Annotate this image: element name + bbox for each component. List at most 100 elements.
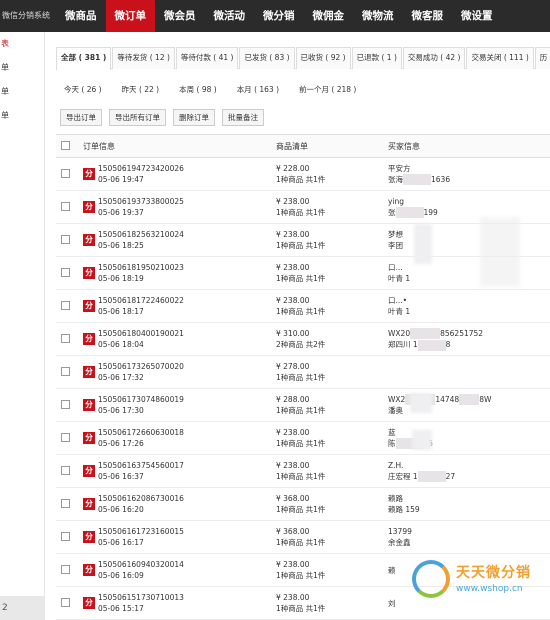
order-text: 150506162086730016 05-06 16:20 <box>98 493 184 515</box>
nav-item-3[interactable]: 微活动 <box>205 0 255 32</box>
buyer-phone-tail: 27 <box>445 471 456 481</box>
status-tab-5[interactable]: 已退款 ( 1 ) <box>351 47 402 69</box>
sidebar-item-0[interactable]: 表 <box>0 32 44 56</box>
item-quantity: 1种商品 共1件 <box>276 274 326 283</box>
status-tab-2[interactable]: 等待付款 ( 41 ) <box>175 47 239 69</box>
status-tab-8[interactable]: 历 <box>534 47 550 69</box>
time-tab-3[interactable]: 本月 ( 163 ) <box>229 81 287 99</box>
order-id[interactable]: 150506172660630018 <box>98 427 184 438</box>
order-id[interactable]: 150506173265070020 <box>98 361 184 372</box>
order-id[interactable]: 150506181950210023 <box>98 262 184 273</box>
nav-item-1[interactable]: 微订单 <box>105 0 155 32</box>
row-checkbox[interactable] <box>61 201 70 211</box>
order-id[interactable]: 150506162086730016 <box>98 493 184 504</box>
order-id[interactable]: 150506181722460022 <box>98 295 184 306</box>
distribution-badge: 分 <box>83 531 95 543</box>
order-id[interactable]: 150506173074860019 <box>98 394 184 405</box>
order-time: 05-06 16:09 <box>98 571 144 580</box>
table-row[interactable]: 分 150506181722460022 05-06 18:17 ¥ 238.00 1种… <box>56 289 550 323</box>
row-checkbox[interactable] <box>61 465 70 475</box>
status-tab-4[interactable]: 已收货 ( 92 ) <box>295 47 351 69</box>
row-checkbox[interactable] <box>61 267 70 277</box>
item-quantity: 1种商品 共1件 <box>276 373 326 382</box>
row-checkbox[interactable] <box>61 432 70 442</box>
nav-item-4[interactable]: 微分销 <box>254 0 304 32</box>
order-id[interactable]: 150506161723160015 <box>98 526 184 537</box>
sidebar-item-1[interactable]: 单 <box>0 56 44 80</box>
order-info-cell: 分 150506181950210023 05-06 18:19 <box>83 256 276 290</box>
privacy-blur <box>410 328 441 339</box>
row-checkbox[interactable] <box>61 168 70 178</box>
export-orders-button[interactable]: 导出订单 <box>60 109 102 126</box>
status-tab-7[interactable]: 交易关闭 ( 111 ) <box>466 47 534 69</box>
table-row[interactable]: 分 150506163754560017 05-06 16:37 ¥ 238.00 1种… <box>56 454 550 488</box>
row-checkbox[interactable] <box>61 564 70 574</box>
order-id[interactable]: 150506163754560017 <box>98 460 184 471</box>
items-cell: ¥ 238.00 1种商品 共1件 <box>276 454 388 488</box>
order-status-tabs: 全部 ( 381 ) 等待发货 ( 12 ) 等待付款 ( 41 ) 已发货 ( 83… <box>56 47 550 70</box>
time-tab-1[interactable]: 昨天 ( 22 ) <box>114 81 168 99</box>
status-tab-6[interactable]: 交易成功 ( 42 ) <box>402 47 466 69</box>
table-row[interactable]: 分 150506162086730016 05-06 16:20 ¥ 368.00 1种… <box>56 487 550 521</box>
distribution-badge: 分 <box>83 399 95 411</box>
buyer-cell: 赖路 赖路 159 <box>388 487 550 521</box>
nav-item-6[interactable]: 微物流 <box>353 0 403 32</box>
select-all-checkbox[interactable] <box>61 140 70 150</box>
order-id[interactable]: 150506193733800025 <box>98 196 184 207</box>
row-checkbox[interactable] <box>61 498 70 508</box>
export-all-orders-button[interactable]: 导出所有订单 <box>109 109 166 126</box>
main-nav: 微商品 微订单 微会员 微活动 微分销 微佣金 微物流 微客服 微设置 <box>56 0 502 32</box>
table-row[interactable]: 分 150506173265070020 05-06 17:32 ¥ 278.00 1种… <box>56 355 550 389</box>
status-tab-0[interactable]: 全部 ( 381 ) <box>56 47 112 70</box>
row-select-cell <box>56 289 83 323</box>
privacy-blur <box>459 394 480 406</box>
item-price: ¥ 238.00 <box>276 230 310 239</box>
buyer-cell: Z.H. 庄宏程 1 27 <box>388 454 550 488</box>
nav-item-8[interactable]: 微设置 <box>452 0 502 32</box>
batch-note-button[interactable]: 批量备注 <box>222 109 264 126</box>
sidebar-item-2[interactable]: 单 <box>0 80 44 104</box>
order-id[interactable]: 150506182563210024 <box>98 229 184 240</box>
table-row[interactable]: 分 150506193733800025 05-06 19:37 ¥ 238.00 1种… <box>56 190 550 224</box>
order-id[interactable]: 150506180400190021 <box>98 328 184 339</box>
row-select-cell <box>56 223 83 257</box>
buyer-contact: 叶青 1 <box>388 307 411 316</box>
order-id[interactable]: 150506151730710013 <box>98 592 184 603</box>
nav-item-5[interactable]: 微佣金 <box>304 0 354 32</box>
order-id[interactable]: 150506194723420026 <box>98 163 184 174</box>
sidebar-item-3[interactable]: 单 <box>0 104 44 128</box>
time-tab-2[interactable]: 本周 ( 98 ) <box>171 81 225 99</box>
table-row[interactable]: 分 150506194723420026 05-06 19:47 ¥ 228.00 1种… <box>56 157 550 191</box>
time-tab-4[interactable]: 前一个月 ( 218 ) <box>291 81 364 99</box>
buyer-contact: 郑四川 1 <box>388 340 418 349</box>
table-row[interactable]: 分 150506181950210023 05-06 18:19 ¥ 238.00 1种… <box>56 256 550 290</box>
delete-orders-button[interactable]: 删除订单 <box>173 109 215 126</box>
nav-item-7[interactable]: 微客服 <box>403 0 453 32</box>
table-row[interactable]: 分 150506173074860019 05-06 17:30 ¥ 288.00 1种… <box>56 388 550 422</box>
row-checkbox[interactable] <box>61 333 70 343</box>
table-row[interactable]: 分 150506172660630018 05-06 17:26 ¥ 238.00 1种… <box>56 421 550 455</box>
order-info-cell: 分 150506151730710013 05-06 15:17 <box>83 586 276 620</box>
order-info-cell: 分 150506160940320014 05-06 16:09 <box>83 553 276 587</box>
row-checkbox[interactable] <box>61 399 70 409</box>
order-time: 05-06 18:19 <box>98 274 144 283</box>
row-checkbox[interactable] <box>61 366 70 376</box>
table-row[interactable]: 分 150506182563210024 05-06 18:25 ¥ 238.00 1种… <box>56 223 550 257</box>
status-tab-1[interactable]: 等待发货 ( 12 ) <box>112 47 175 69</box>
table-row[interactable]: 分 150506161723160015 05-06 16:17 ¥ 368.00 1种… <box>56 520 550 554</box>
items-cell: ¥ 368.00 1种商品 共1件 <box>276 487 388 521</box>
sidebar-menu: 表单单单 <box>0 32 44 128</box>
row-checkbox[interactable] <box>61 300 70 310</box>
nav-item-2[interactable]: 微会员 <box>155 0 205 32</box>
status-tab-3[interactable]: 已发货 ( 83 ) <box>239 47 295 69</box>
table-row[interactable]: 分 150506180400190021 05-06 18:04 ¥ 310.00 2种… <box>56 322 550 356</box>
time-tab-0[interactable]: 今天 ( 26 ) <box>56 81 110 99</box>
buyer-name: Z.H. <box>388 460 404 470</box>
buyer-contact-line: 庄宏程 1 27 <box>388 471 550 483</box>
row-checkbox[interactable] <box>61 597 70 607</box>
nav-item-0[interactable]: 微商品 <box>56 0 106 32</box>
row-select-cell <box>56 421 83 455</box>
row-checkbox[interactable] <box>61 531 70 541</box>
row-checkbox[interactable] <box>61 234 70 244</box>
order-id[interactable]: 150506160940320014 <box>98 559 184 570</box>
